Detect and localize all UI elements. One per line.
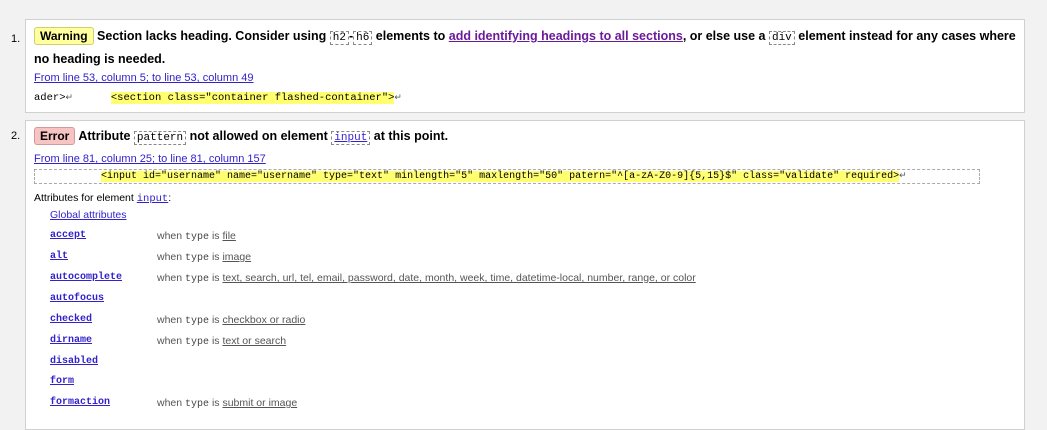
attribute-autofocus-link[interactable]: autofocus [50, 289, 104, 309]
attribute-disabled-link[interactable]: disabled [50, 352, 98, 372]
code-div: div [768, 31, 795, 45]
code-pattern: pattern [133, 131, 187, 145]
condition-text: when [157, 251, 186, 263]
condition-text: is [209, 230, 223, 242]
condition-type: type [185, 253, 210, 264]
attributes-intro: Attributes for element input: [34, 192, 171, 205]
source-extract: ader>↵ <section class="container flashed… [34, 91, 402, 105]
location-link[interactable]: From line 53, column 5; to line 53, colu… [34, 72, 254, 84]
code-h6: h6 [353, 31, 373, 45]
condition-type: type [185, 399, 210, 410]
return-icon: ↵ [899, 171, 907, 181]
condition-text: is [209, 335, 223, 347]
attribute-condition: when type is image [157, 247, 251, 269]
condition-text: when [157, 335, 186, 347]
attribute-row: form [50, 372, 950, 392]
attribute-condition: when type is file [157, 226, 236, 248]
condition-type: type [185, 232, 210, 243]
condition-values: image [222, 251, 252, 263]
condition-text: when [157, 314, 186, 326]
attribute-row: disabled [50, 352, 950, 372]
attribute-row: autocomplete when type is text, search, … [50, 268, 950, 288]
attribute-condition: when type is text, search, url, tel, ema… [157, 268, 696, 290]
extract-highlight: <section class="container flashed-contai… [110, 92, 395, 104]
input-element-link[interactable]: input [331, 131, 371, 145]
extract-prefix: ader> [34, 92, 66, 104]
location-link[interactable]: From line 81, column 25; to line 81, col… [34, 153, 266, 165]
attributes-intro-colon: : [168, 192, 172, 204]
condition-values: checkbox or radio [222, 314, 306, 326]
condition-type: type [185, 337, 210, 348]
input-element-link[interactable]: input [137, 193, 169, 205]
condition-values: submit or image [222, 397, 298, 409]
attribute-row: accept when type is file [50, 226, 950, 246]
attribute-autocomplete-link[interactable]: autocomplete [50, 268, 122, 288]
attribute-condition: when type is text or search [157, 331, 286, 353]
message-text: not allowed on element [186, 129, 332, 143]
headings-link[interactable]: add identifying headings to all sections [449, 29, 683, 43]
attribute-accept-link[interactable]: accept [50, 226, 86, 246]
attribute-checked-link[interactable]: checked [50, 310, 92, 330]
condition-text: is [209, 314, 223, 326]
warning-badge: Warning [34, 27, 94, 45]
warning-message: Warning Section lacks heading. Consider … [25, 19, 1025, 113]
message-number: 1. [11, 33, 21, 45]
return-icon: ↵ [65, 93, 74, 103]
message-number: 2. [11, 130, 21, 142]
message-text: at this point. [370, 129, 449, 143]
message-headline: Error Attribute pattern not allowed on e… [34, 126, 1016, 149]
attribute-dirname-link[interactable]: dirname [50, 331, 92, 351]
condition-text: is [209, 251, 223, 263]
condition-type: type [185, 316, 210, 327]
condition-type: type [185, 274, 210, 285]
message-text: elements to [372, 29, 449, 43]
condition-values: text or search [222, 335, 287, 347]
condition-text: when [157, 397, 186, 409]
condition-values: file [222, 230, 236, 242]
condition-text: when [157, 272, 186, 284]
attribute-row: autofocus [50, 289, 950, 309]
error-message: Error Attribute pattern not allowed on e… [25, 120, 1025, 430]
condition-text: is [209, 272, 223, 284]
message-text: Section lacks heading. Consider using [97, 29, 330, 43]
attribute-row: alt when type is image [50, 247, 950, 267]
error-badge: Error [34, 127, 76, 145]
attribute-row: formaction when type is submit or image [50, 393, 950, 413]
code-h2: h2 [329, 31, 349, 45]
attribute-alt-link[interactable]: alt [50, 247, 68, 267]
attribute-condition: when type is submit or image [157, 393, 297, 415]
global-attributes-link[interactable]: Global attributes [50, 205, 126, 225]
condition-values: text, search, url, tel, email, password,… [222, 272, 696, 284]
attribute-row: dirname when type is text or search [50, 331, 950, 351]
message-text: Attribute [78, 129, 134, 143]
message-headline: Warning Section lacks heading. Consider … [34, 26, 1016, 70]
attribute-formaction-link[interactable]: formaction [50, 393, 110, 413]
condition-text: is [209, 397, 223, 409]
attribute-row: Global attributes [50, 205, 950, 225]
extract-highlight: <input id="username" name="username" typ… [101, 171, 900, 182]
source-extract: <input id="username" name="username" typ… [34, 169, 980, 184]
return-icon: ↵ [394, 93, 402, 103]
condition-text: when [157, 230, 186, 242]
attributes-intro-text: Attributes for element [34, 192, 137, 204]
attribute-form-link[interactable]: form [50, 372, 74, 392]
attribute-condition: when type is checkbox or radio [157, 310, 305, 332]
message-text: , or else use a [682, 29, 769, 43]
attribute-row: checked when type is checkbox or radio [50, 310, 950, 330]
